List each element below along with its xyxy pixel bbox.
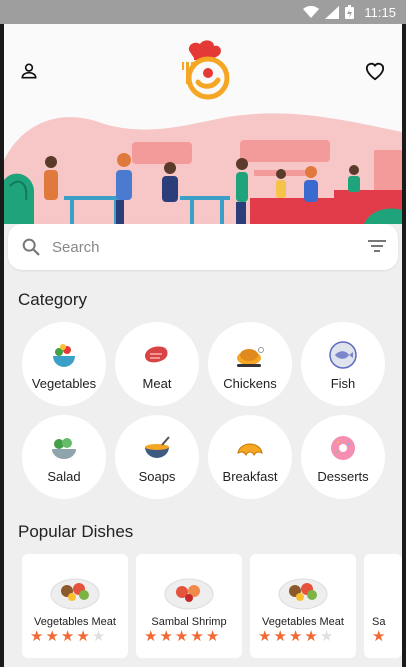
star-filled-icon: ★ (174, 628, 189, 645)
category-label: Meat (142, 376, 172, 391)
dish-image (164, 578, 214, 610)
star-filled-icon: ★ (205, 628, 220, 645)
category-label: Chickens (223, 376, 277, 391)
star-filled-icon: ★ (190, 628, 204, 645)
category-chickens[interactable]: Chickens (208, 322, 292, 406)
donut-icon (331, 436, 355, 460)
wifi-icon (303, 5, 320, 18)
profile-button[interactable] (14, 56, 44, 86)
vegetables-icon (53, 344, 75, 367)
croissant-icon (237, 443, 263, 456)
category-fish[interactable]: Fish (301, 322, 385, 406)
category-label: Vegetables (31, 376, 97, 391)
salad-icon (52, 438, 76, 459)
popular-dishes-heading: Popular Dishes (18, 522, 134, 541)
star-filled-icon: ★ (159, 628, 173, 645)
dish-card[interactable]: Vegetables Meat ★ ★ ★ ★ ★ (22, 554, 128, 658)
star-filled-icon: ★ (288, 628, 303, 645)
battery-icon (345, 5, 355, 19)
soup-icon (145, 436, 170, 458)
status-bar: 11:15 (0, 0, 406, 24)
star-filled-icon: ★ (372, 628, 386, 645)
person-icon (21, 63, 37, 79)
category-vegetables[interactable]: Vegetables (22, 322, 106, 406)
star-filled-icon: ★ (76, 628, 90, 645)
star-filled-icon: ★ (45, 628, 59, 645)
signal-icon (325, 5, 340, 19)
category-label: Desserts (317, 469, 369, 484)
meat-icon (145, 346, 168, 363)
category-soaps[interactable]: Soaps (115, 415, 199, 499)
category-breakfast[interactable]: Breakfast (208, 415, 292, 499)
category-heading: Category (18, 290, 87, 309)
heart-icon (365, 62, 385, 81)
star-empty-icon: ★ (319, 628, 334, 645)
search-bar (8, 224, 398, 270)
star-filled-icon: ★ (30, 628, 44, 645)
rating-stars: ★ ★ ★ ★ ★ (258, 629, 333, 644)
star-filled-icon: ★ (304, 628, 318, 645)
dish-image (278, 578, 328, 610)
category-desserts[interactable]: Desserts (301, 415, 385, 499)
star-empty-icon: ★ (91, 628, 106, 645)
dish-card[interactable]: Vegetables Meat ★ ★ ★ ★ ★ (250, 554, 356, 658)
app-screen: Category Vegetables Meat Chickens Fish S… (4, 0, 402, 667)
status-time: 11:15 (364, 4, 396, 20)
app-logo (178, 38, 234, 102)
dish-name: Vegetables Meat (34, 616, 116, 628)
star-filled-icon: ★ (60, 628, 75, 645)
category-label: Fish (330, 376, 356, 391)
category-salad[interactable]: Salad (22, 415, 106, 499)
star-filled-icon: ★ (258, 628, 272, 645)
search-icon[interactable] (20, 236, 42, 258)
dish-image (50, 578, 100, 610)
category-label: Salad (47, 469, 81, 484)
header (4, 24, 402, 224)
dish-name: Vegetables Meat (262, 616, 344, 628)
restaurant-banner-illustration (4, 113, 402, 224)
dish-card[interactable]: Sambal Shrimp ★ ★ ★ ★ ★ (136, 554, 242, 658)
dish-name: Sa (372, 616, 386, 628)
filter-icon[interactable] (368, 238, 388, 254)
category-label: Soaps (138, 469, 176, 484)
category-label: Breakfast (222, 469, 278, 484)
dish-card[interactable]: Sa ★ (364, 554, 402, 658)
fish-icon (329, 341, 357, 369)
dish-name: Sambal Shrimp (151, 616, 227, 628)
star-filled-icon: ★ (273, 628, 287, 645)
rating-stars: ★ (372, 629, 385, 644)
rating-stars: ★ ★ ★ ★ ★ (144, 629, 219, 644)
favorites-button[interactable] (360, 56, 390, 86)
rating-stars: ★ ★ ★ ★ ★ (30, 629, 105, 644)
category-meat[interactable]: Meat (115, 322, 199, 406)
search-input[interactable] (52, 234, 352, 260)
chicken-icon (237, 347, 264, 367)
star-filled-icon: ★ (144, 628, 158, 645)
